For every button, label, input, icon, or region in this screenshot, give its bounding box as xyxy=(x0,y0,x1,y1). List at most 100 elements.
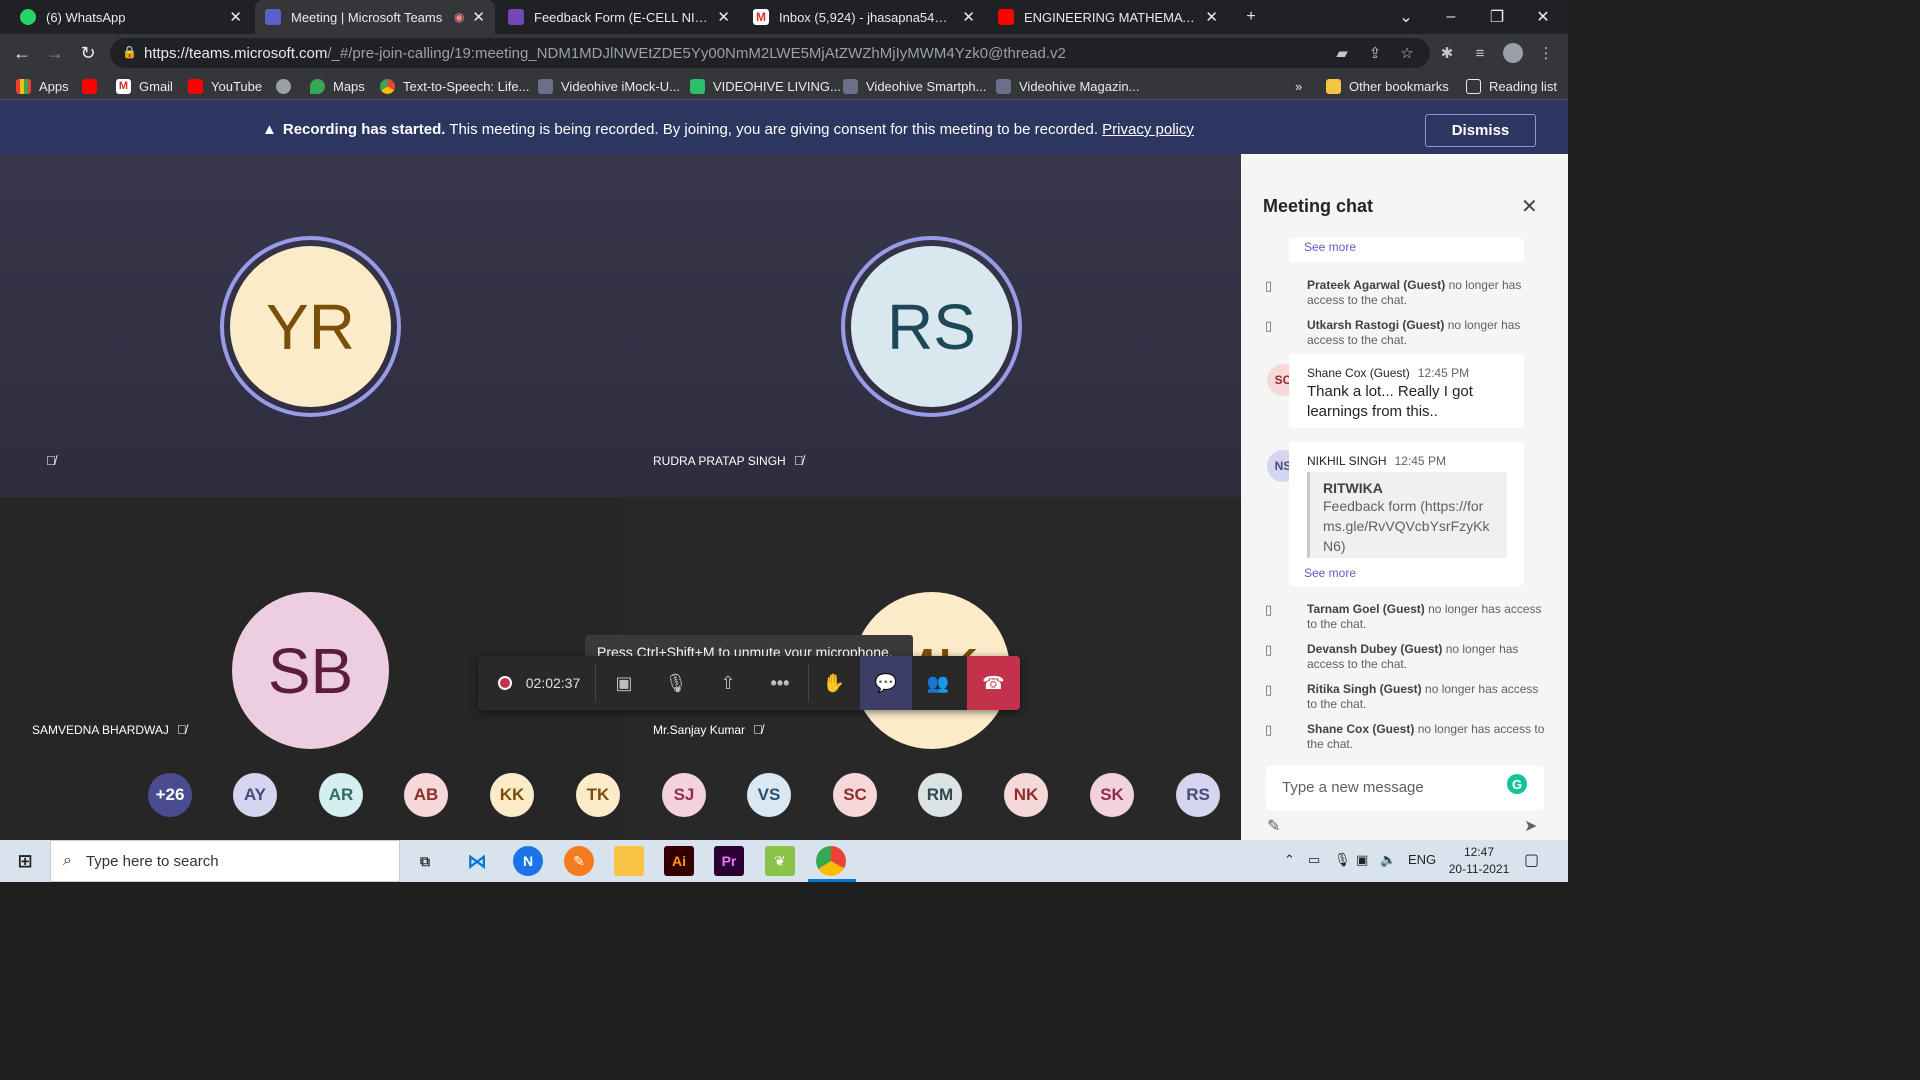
address-bar[interactable]: 🔒 https://teams.microsoft.com/_#/pre-joi… xyxy=(110,38,1430,68)
bookmark-text-to-speech[interactable]: Text-to-Speech: Life... xyxy=(380,76,529,96)
participant-avatar-rs[interactable]: RS xyxy=(851,246,1012,407)
app-icon[interactable]: N xyxy=(513,846,543,876)
tray-overflow-icon[interactable]: ⌃ xyxy=(1284,852,1295,868)
bookmark-videohive-imock[interactable]: Videohive iMock-U... xyxy=(538,76,680,96)
mic-off-button[interactable]: 🎙 xyxy=(650,656,702,710)
gallery-avatar[interactable]: AY xyxy=(233,773,277,817)
gallery-avatar[interactable]: RS xyxy=(1176,773,1220,817)
app-icon[interactable]: ✎ xyxy=(564,846,594,876)
gallery-avatar[interactable]: SJ xyxy=(662,773,706,817)
format-icon[interactable]: ✎ xyxy=(1267,816,1280,836)
chat-compose-input[interactable]: Type a new message xyxy=(1266,766,1544,810)
bookmarks-overflow-button[interactable]: » xyxy=(1295,76,1302,96)
participant-avatar-yr[interactable]: YR xyxy=(230,246,391,407)
see-more-link[interactable]: See more xyxy=(1304,566,1356,580)
participants-button[interactable]: 👥 xyxy=(912,656,964,710)
gallery-avatar[interactable]: SK xyxy=(1090,773,1134,817)
maximize-button[interactable]: ❐ xyxy=(1474,0,1520,34)
raise-hand-button[interactable]: ✋ xyxy=(808,656,860,710)
gallery-avatar[interactable]: AB xyxy=(404,773,448,817)
tab-feedback-form[interactable]: Feedback Form (E-CELL NIET) ✕ xyxy=(498,0,740,34)
participant-avatar-sb[interactable]: SB xyxy=(232,592,389,749)
folder-icon xyxy=(1326,78,1341,94)
quoted-reply[interactable]: RITWIKA Feedback form (https://forms.gle… xyxy=(1307,472,1507,558)
bookmark-gmail[interactable]: M Gmail xyxy=(116,76,173,96)
meeting-stage: YR 🎙̸ RS RUDRA PRATAP SINGH 🎙̸ SB SAMVEDN… xyxy=(0,154,1241,840)
see-more-link[interactable]: See more xyxy=(1304,240,1356,254)
premiere-icon[interactable]: Pr xyxy=(714,846,744,876)
tab-teams-meeting[interactable]: Meeting | Microsoft Teams ◉ ✕ xyxy=(255,0,495,34)
taskbar-search-input[interactable]: ⌕ Type here to search xyxy=(50,840,400,882)
profile-avatar[interactable] xyxy=(1503,43,1523,63)
chat-button[interactable]: 💬 xyxy=(860,656,912,710)
close-icon[interactable]: ✕ xyxy=(229,8,242,26)
clock[interactable]: 12:47 20-11-2021 xyxy=(1446,844,1512,878)
illustrator-icon[interactable]: Ai xyxy=(664,846,694,876)
vscode-icon[interactable]: ⋈ xyxy=(462,846,492,876)
bookmark-videohive-living[interactable]: VIDEOHIVE LIVING... xyxy=(690,76,841,96)
bookmark-maps[interactable]: Maps xyxy=(310,76,365,96)
tab-gmail[interactable]: M Inbox (5,924) - jhasapna544@gm ✕ xyxy=(743,0,985,34)
forward-button[interactable]: → xyxy=(42,40,68,66)
recording-dot-icon xyxy=(497,676,512,690)
minimize-button[interactable]: – xyxy=(1428,0,1474,34)
gallery-avatar[interactable]: TK xyxy=(576,773,620,817)
gallery-avatar[interactable]: SC xyxy=(833,773,877,817)
other-bookmarks-folder[interactable]: Other bookmarks xyxy=(1326,76,1449,96)
microphone-icon[interactable]: 🎙 xyxy=(1334,852,1351,868)
gallery-avatar[interactable]: AR xyxy=(319,773,363,817)
bookmark-label: Maps xyxy=(333,78,365,94)
privacy-policy-link[interactable]: Privacy policy xyxy=(1102,121,1194,138)
bookmark-videohive-smartphone[interactable]: Videohive Smartph... xyxy=(843,76,986,96)
task-view-icon[interactable]: ⧉ xyxy=(410,846,440,876)
windows-start-icon[interactable]: ⊞ xyxy=(10,846,40,876)
bookmark-youtube[interactable]: YouTube xyxy=(188,76,262,96)
more-actions-button[interactable]: ••• xyxy=(754,656,806,710)
battery-icon[interactable]: ▭ xyxy=(1308,852,1320,868)
gallery-avatar[interactable]: RM xyxy=(918,773,962,817)
window-close-button[interactable]: ✕ xyxy=(1520,0,1566,34)
camera-blocked-icon[interactable]: ▰ xyxy=(1332,43,1352,63)
share-content-button[interactable]: ⇧ xyxy=(702,656,754,710)
media-controls-icon[interactable]: ≡ xyxy=(1470,43,1490,63)
close-icon[interactable]: ✕ xyxy=(717,8,730,26)
tab-search-icon[interactable]: ⌄ xyxy=(1383,0,1429,34)
more-participants-badge[interactable]: +26 xyxy=(148,773,192,817)
gallery-avatar[interactable]: VS xyxy=(747,773,791,817)
extensions-icon[interactable]: ✱ xyxy=(1437,43,1457,63)
file-explorer-icon[interactable] xyxy=(614,846,644,876)
volume-icon[interactable]: 🔈 xyxy=(1380,852,1396,868)
bookmark-globe[interactable] xyxy=(276,76,299,96)
bookmark-star-icon[interactable]: ☆ xyxy=(1397,43,1417,63)
menu-icon[interactable]: ⋮ xyxy=(1536,43,1556,63)
bookmark-youtube-short[interactable] xyxy=(82,76,105,96)
bookmark-videohive-magazine[interactable]: Videohive Magazin... xyxy=(996,76,1139,96)
send-icon[interactable]: ➤ xyxy=(1524,816,1537,836)
gallery-avatar[interactable]: NK xyxy=(1004,773,1048,817)
close-icon[interactable]: ✕ xyxy=(1205,8,1218,26)
reading-list-button[interactable]: Reading list xyxy=(1466,76,1557,96)
hang-up-button[interactable]: ☎ xyxy=(967,656,1020,710)
reload-button[interactable]: ↻ xyxy=(75,40,101,66)
message-author: NIKHIL SINGH xyxy=(1307,454,1387,468)
close-chat-icon[interactable]: ✕ xyxy=(1521,194,1538,219)
app-icon[interactable]: ❦ xyxy=(765,846,795,876)
camera-off-button[interactable]: ▣ xyxy=(598,656,650,710)
grammarly-icon[interactable]: G xyxy=(1507,774,1527,794)
notifications-icon[interactable]: ▢ xyxy=(1524,850,1539,870)
gallery-avatar[interactable]: KK xyxy=(490,773,534,817)
tab-whatsapp[interactable]: (6) WhatsApp ✕ xyxy=(10,0,252,34)
share-icon[interactable]: ⇪ xyxy=(1365,43,1385,63)
new-tab-button[interactable]: + xyxy=(1228,0,1274,34)
network-icon[interactable]: ▣ xyxy=(1356,852,1368,868)
language-indicator[interactable]: ENG xyxy=(1408,852,1436,867)
tab-youtube[interactable]: ENGINEERING MATHEMATICS-II ✕ xyxy=(988,0,1228,34)
close-icon[interactable]: ✕ xyxy=(962,8,975,26)
share-screen-icon: ⇧ xyxy=(720,672,736,693)
dismiss-button[interactable]: Dismiss xyxy=(1425,114,1536,147)
bookmark-apps[interactable]: Apps xyxy=(16,76,69,96)
back-button[interactable]: ← xyxy=(9,40,35,66)
close-icon[interactable]: ✕ xyxy=(472,8,485,26)
user-removed-icon: ▯ xyxy=(1265,278,1273,293)
chrome-icon[interactable] xyxy=(816,846,846,876)
